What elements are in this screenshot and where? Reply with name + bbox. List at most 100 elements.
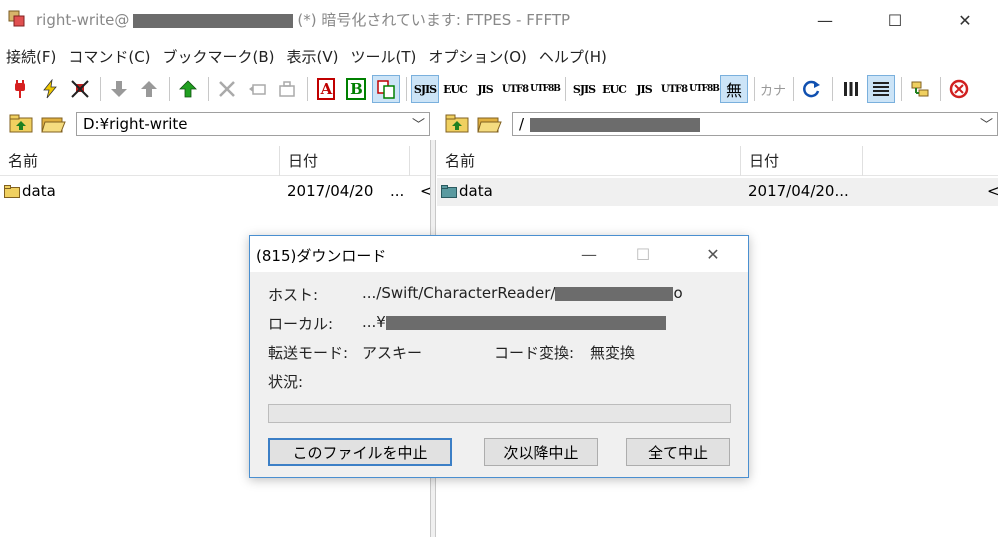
toolbar-separator	[208, 77, 209, 101]
folder-icon	[441, 185, 457, 198]
dialog-minimize-button[interactable]: —	[566, 236, 612, 272]
remote-open-folder-button[interactable]	[476, 112, 502, 136]
binary-mode-button[interactable]: B	[342, 75, 370, 103]
dialog-maximize-button: ☐	[635, 244, 651, 264]
toolbar-separator	[901, 77, 902, 101]
toolbar-separator	[100, 77, 101, 101]
ascii-mode-button[interactable]: A	[312, 75, 340, 103]
local-jis-button[interactable]: JIS	[471, 75, 499, 103]
remote-sjis-button[interactable]: SJIS	[570, 75, 598, 103]
chevron-down-icon[interactable]: ﹀	[980, 114, 993, 133]
host-label: ホスト:	[268, 286, 319, 304]
disconnect-button[interactable]	[66, 75, 94, 103]
toolbar-separator	[754, 77, 755, 101]
lightning-icon	[43, 79, 57, 99]
rename-button[interactable]	[243, 75, 271, 103]
connect-button[interactable]	[6, 75, 34, 103]
auto-mode-button[interactable]	[372, 75, 400, 103]
no-convert-button[interactable]: 無	[720, 75, 748, 103]
arrow-up-icon	[141, 81, 157, 97]
abort-file-button[interactable]: このファイルを中止	[268, 438, 452, 466]
local-path-input[interactable]: D:¥right-write ﹀	[76, 112, 430, 136]
redacted-path	[530, 117, 701, 132]
mkdir-button[interactable]	[273, 75, 301, 103]
truncation-marker: <	[987, 182, 998, 200]
local-utf8b-button[interactable]: UTF8B	[530, 75, 561, 103]
local-list-item[interactable]: data 2017/04/20 ... <	[0, 178, 433, 206]
local-open-folder-button[interactable]	[40, 112, 66, 136]
app-icon	[8, 10, 25, 27]
folder-icon	[4, 185, 20, 198]
remote-utf8b-button[interactable]: UTF8B	[689, 75, 720, 103]
menu-connect[interactable]: 接続(F)	[0, 44, 62, 68]
remote-jis-button[interactable]: JIS	[630, 75, 658, 103]
chevron-down-icon[interactable]: ﹀	[412, 114, 425, 133]
host-value: .../Swift/CharacterReader/o	[362, 284, 683, 302]
menu-tools[interactable]: ツール(T)	[345, 44, 423, 68]
minimize-button[interactable]: —	[802, 0, 848, 40]
progress-bar	[268, 404, 731, 423]
toolbar-separator	[169, 77, 170, 101]
dialog-close-button[interactable]: ✕	[690, 236, 736, 272]
toolbar-separator	[565, 77, 566, 101]
open-folder-icon	[477, 117, 502, 133]
local-parent-folder-button[interactable]	[8, 112, 34, 136]
upload-button[interactable]	[135, 75, 163, 103]
mode-label: 転送モード:	[268, 344, 349, 362]
menu-bookmark[interactable]: ブックマーク(B)	[157, 44, 281, 68]
local-col-name[interactable]: 名前	[0, 146, 280, 176]
remote-path-input[interactable]: / ﹀	[512, 112, 998, 136]
file-name: data	[459, 182, 493, 200]
toolbar-separator	[307, 77, 308, 101]
abort-next-button[interactable]: 次以降中止	[484, 438, 598, 466]
toolbar-separator	[793, 77, 794, 101]
sync-button[interactable]	[906, 75, 934, 103]
local-utf8-button[interactable]: UTF8	[501, 75, 529, 103]
kana-button[interactable]: カナ	[759, 75, 787, 103]
folder-up-icon	[445, 114, 469, 133]
local-col-date[interactable]: 日付	[280, 146, 410, 176]
remote-col-name[interactable]: 名前	[437, 146, 741, 176]
dialog-title-bar: (815)ダウンロード — ☐ ✕	[250, 236, 748, 272]
code-value: 無変換	[590, 344, 636, 362]
remote-col-date[interactable]: 日付	[741, 146, 863, 176]
download-button[interactable]	[105, 75, 133, 103]
redacted-local-path	[385, 315, 666, 330]
details-icon	[873, 82, 889, 96]
plug-icon	[15, 80, 25, 98]
toolbar-separator	[940, 77, 941, 101]
file-name: data	[22, 182, 56, 200]
quick-connect-button[interactable]	[36, 75, 64, 103]
menu-help[interactable]: ヘルプ(H)	[533, 44, 613, 68]
menu-options[interactable]: オプション(O)	[422, 44, 533, 68]
list-view-button[interactable]	[837, 75, 865, 103]
file-date: 2017/04/20	[287, 182, 374, 200]
status-label: 状況:	[268, 373, 304, 391]
close-button[interactable]: ✕	[942, 0, 988, 40]
file-date: 2017/04/20...	[748, 182, 849, 200]
menu-view[interactable]: 表示(V)	[281, 44, 345, 68]
local-list-header: 名前 日付	[0, 146, 430, 176]
folder-up-icon	[9, 114, 33, 133]
title-bar: right-write@ (*) 暗号化されています: FTPES - FFFTP…	[0, 0, 998, 40]
refresh-icon	[803, 80, 820, 98]
delete-button[interactable]	[213, 75, 241, 103]
local-path-text: D:¥right-write	[83, 115, 188, 133]
remote-list-item[interactable]: data 2017/04/20... <	[437, 178, 998, 206]
maximize-button[interactable]: ☐	[872, 0, 918, 40]
refresh-button[interactable]	[798, 75, 826, 103]
mirror-upload-button[interactable]	[174, 75, 202, 103]
remote-euc-button[interactable]: EUC	[600, 75, 628, 103]
menu-command[interactable]: コマンド(C)	[62, 44, 156, 68]
local-sjis-button[interactable]: SJIS	[411, 75, 439, 103]
stop-button[interactable]	[945, 75, 973, 103]
remote-parent-folder-button[interactable]	[444, 112, 470, 136]
stop-icon	[949, 79, 969, 99]
detail-view-button[interactable]	[867, 75, 895, 103]
local-value: ...¥	[362, 313, 666, 331]
auto-mode-icon	[377, 80, 395, 99]
local-euc-button[interactable]: EUC	[441, 75, 469, 103]
remote-utf8-button[interactable]: UTF8	[660, 75, 688, 103]
code-label: コード変換:	[494, 344, 575, 362]
abort-all-button[interactable]: 全て中止	[626, 438, 730, 466]
